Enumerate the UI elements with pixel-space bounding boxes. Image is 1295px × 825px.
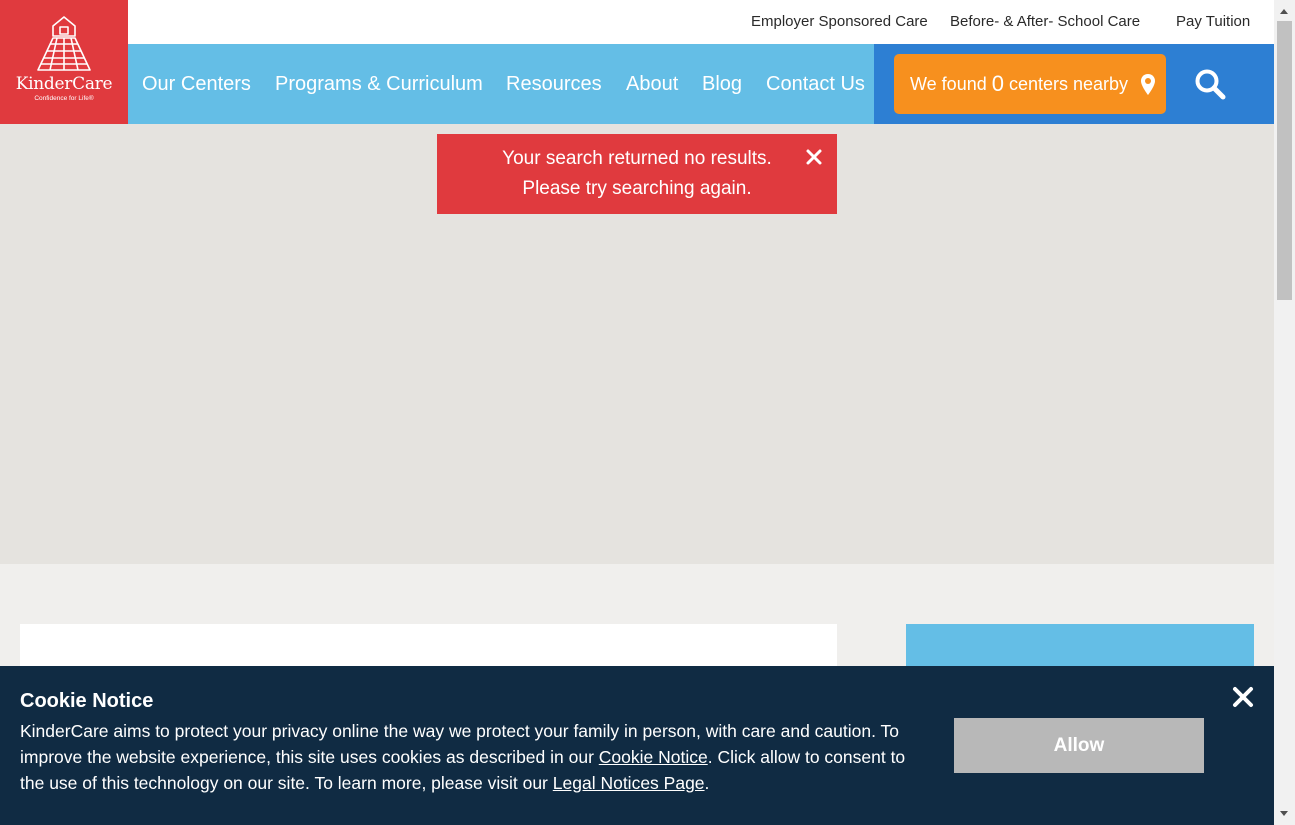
- utility-nav: Employer Sponsored Care Before- & After-…: [128, 0, 1274, 44]
- kindercare-logo[interactable]: KinderCare Confidence for Life®: [0, 0, 128, 124]
- centers-nearby-prefix: We found: [910, 73, 987, 94]
- centers-nearby-button[interactable]: We found 0 centers nearby: [894, 54, 1166, 114]
- no-results-alert: Your search returned no results. Please …: [437, 134, 837, 214]
- search-icon[interactable]: [1194, 68, 1228, 102]
- nav-item-our-centers[interactable]: Our Centers: [142, 73, 251, 96]
- utility-link-before-after-school-care[interactable]: Before- & After- School Care: [950, 13, 1140, 30]
- scrollbar-thumb[interactable]: [1277, 21, 1292, 300]
- cookie-notice-text: KinderCare aims to protect your privacy …: [20, 718, 920, 796]
- legal-notices-link[interactable]: Legal Notices Page: [553, 773, 705, 793]
- logo-tagline: Confidence for Life®: [34, 95, 94, 102]
- cookie-notice-link[interactable]: Cookie Notice: [599, 747, 708, 767]
- centers-nearby-suffix: centers nearby: [1008, 73, 1129, 94]
- nav-actions: We found 0 centers nearby: [874, 44, 1274, 124]
- centers-nearby-count: 0: [991, 71, 1004, 96]
- nav-item-about[interactable]: About: [626, 73, 678, 96]
- nav-item-resources[interactable]: Resources: [506, 73, 602, 96]
- alert-message-line-1: Your search returned no results.: [502, 148, 772, 169]
- cookie-notice-banner: Cookie Notice KinderCare aims to protect…: [0, 666, 1274, 825]
- nav-item-contact-us[interactable]: Contact Us: [766, 73, 865, 96]
- cookie-text-part-3: .: [704, 773, 710, 793]
- nav-item-blog[interactable]: Blog: [702, 73, 742, 96]
- close-icon[interactable]: [1232, 686, 1254, 708]
- schoolhouse-icon: [37, 16, 91, 71]
- page-scrollbar[interactable]: [1274, 0, 1295, 825]
- utility-link-pay-tuition[interactable]: Pay Tuition: [1176, 13, 1250, 30]
- alert-message-line-2: Please try searching again.: [522, 178, 752, 199]
- main-nav: Our Centers Programs & Curriculum Resour…: [128, 44, 874, 124]
- allow-cookies-button[interactable]: Allow: [954, 718, 1204, 773]
- logo-wordmark: KinderCare: [15, 74, 113, 94]
- utility-link-employer-sponsored-care[interactable]: Employer Sponsored Care: [751, 13, 928, 30]
- nav-item-programs-curriculum[interactable]: Programs & Curriculum: [275, 73, 483, 96]
- scroll-down-arrow-icon[interactable]: [1280, 811, 1288, 816]
- page: KinderCare Confidence for Life® Employer…: [0, 0, 1274, 825]
- cookie-notice-title: Cookie Notice: [20, 690, 154, 712]
- scroll-up-arrow-icon[interactable]: [1280, 9, 1288, 14]
- close-icon[interactable]: [804, 147, 824, 167]
- map-pin-icon: [1140, 73, 1156, 96]
